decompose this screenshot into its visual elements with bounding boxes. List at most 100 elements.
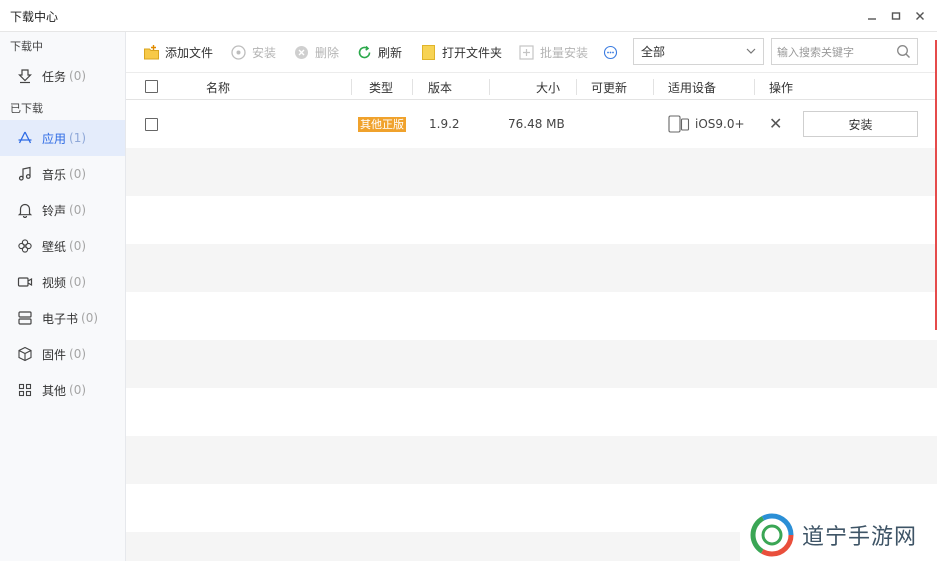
row-device: iOS9.0+: [695, 117, 745, 131]
header-action: 操作: [769, 81, 794, 95]
minimize-button[interactable]: [862, 6, 882, 26]
sidebar-item-music[interactable]: 音乐 (0): [0, 156, 125, 192]
grid-icon: [18, 383, 32, 397]
sidebar-item-ebooks[interactable]: 电子书 (0): [0, 300, 125, 336]
minimize-icon: [868, 18, 876, 20]
sidebar-item-count: (0): [69, 275, 87, 289]
batch-install-label: 批量安装: [540, 45, 589, 60]
cube-icon: [18, 346, 32, 362]
folder-icon: [422, 44, 435, 60]
watermark-logo-icon: [750, 513, 794, 556]
sidebar-item-firmware[interactable]: 固件 (0): [0, 336, 125, 372]
header-divider: [576, 79, 577, 95]
sidebar-item-label: 其他: [42, 383, 67, 398]
title-bar: 下载中心: [0, 0, 937, 32]
sidebar-item-count: (0): [69, 69, 87, 83]
add-file-icon: [144, 44, 159, 59]
toolbar: 添加文件 安装 删除 刷新 打开文件夹 批量安装 全部 输入搜索关键字: [126, 32, 937, 72]
section-downloading: 下载中: [10, 40, 43, 53]
close-button[interactable]: [910, 6, 930, 26]
bell-icon: [17, 203, 33, 218]
more-dots-icon: [603, 45, 618, 59]
sidebar-item-label: 视频: [42, 275, 67, 290]
table-row-empty: [126, 436, 937, 484]
chevron-down-icon: [746, 48, 756, 54]
row-delete-button[interactable]: ✕: [769, 114, 782, 133]
book-icon: [18, 311, 32, 325]
sidebar-item-label: 壁纸: [42, 239, 67, 254]
header-updatable[interactable]: 可更新: [591, 79, 627, 96]
video-camera-icon: [17, 277, 33, 287]
sidebar-item-count: (0): [69, 383, 87, 397]
sidebar-item-others[interactable]: 其他 (0): [0, 372, 125, 408]
sidebar-item-count: (0): [69, 347, 87, 361]
more-options-button[interactable]: [602, 42, 624, 62]
filter-select-value: 全部: [641, 45, 666, 59]
table-row-empty: [126, 196, 937, 244]
header-size[interactable]: 大小: [536, 79, 560, 96]
delete-toolbar-button[interactable]: 删除: [293, 42, 339, 62]
sidebar-item-ringtones[interactable]: 铃声 (0): [0, 192, 125, 228]
install-toolbar-button[interactable]: 安装: [230, 42, 276, 62]
sidebar-item-videos[interactable]: 视频 (0): [0, 264, 125, 300]
music-note-icon: [18, 166, 31, 181]
table-row-empty: [126, 244, 937, 292]
sidebar-item-label: 固件: [42, 347, 67, 362]
refresh-button[interactable]: 刷新: [356, 42, 402, 62]
table-row-empty: [126, 148, 937, 196]
header-divider: [754, 79, 755, 95]
header-divider: [653, 79, 654, 95]
maximize-button[interactable]: [886, 6, 906, 26]
sidebar-item-tasks[interactable]: 任务 (0): [0, 58, 125, 94]
select-all-checkbox[interactable]: [145, 80, 158, 93]
row-version: 1.9.2: [429, 117, 460, 131]
maximize-icon: [891, 12, 901, 20]
table-row-empty: [126, 292, 937, 340]
sidebar-item-label: 铃声: [42, 203, 67, 218]
add-file-button[interactable]: 添加文件: [143, 42, 213, 62]
filter-select[interactable]: 全部: [633, 38, 764, 65]
sidebar-item-count: (1): [69, 131, 87, 145]
sidebar-item-label: 音乐: [42, 167, 67, 182]
search-icon[interactable]: [896, 44, 911, 59]
sidebar-item-count: (0): [69, 239, 87, 253]
sidebar-item-label: 电子书: [42, 311, 79, 326]
sidebar-item-apps[interactable]: 应用 (1): [0, 120, 125, 156]
row-install-button[interactable]: 安装: [803, 111, 918, 137]
batch-install-icon: [519, 44, 534, 60]
install-disc-icon: [231, 44, 246, 60]
app-store-icon: [18, 131, 32, 144]
close-icon: [916, 12, 924, 20]
header-name[interactable]: 名称: [206, 79, 230, 96]
search-input[interactable]: 输入搜索关键字: [777, 44, 854, 60]
device-phone-tablet-icon: [668, 115, 690, 133]
batch-install-button[interactable]: 批量安装: [518, 42, 588, 62]
window-title: 下载中心: [10, 10, 59, 24]
download-center-window: 下载中心 下载中 任务 (0) 已下载 应用 (1) 音乐 (0) 铃声 (0)…: [0, 0, 937, 561]
watermark-text: 道宁手游网: [802, 524, 918, 550]
header-type[interactable]: 类型: [369, 79, 393, 96]
section-downloaded: 已下载: [10, 102, 43, 115]
search-box[interactable]: 输入搜索关键字: [771, 38, 918, 65]
open-folder-button[interactable]: 打开文件夹: [420, 42, 502, 62]
table-row[interactable]: 其他正版 1.9.2 76.48 MB iOS9.0+ ✕ 安装: [126, 100, 937, 148]
sidebar: 下载中 任务 (0) 已下载 应用 (1) 音乐 (0) 铃声 (0) 壁纸 (…: [0, 32, 126, 561]
table-row-empty: [126, 388, 937, 436]
header-version[interactable]: 版本: [428, 79, 452, 96]
sidebar-item-count: (0): [69, 167, 87, 181]
header-device[interactable]: 适用设备: [668, 79, 716, 96]
sidebar-item-count: (0): [69, 203, 87, 217]
sidebar-item-count: (0): [81, 311, 99, 325]
header-divider: [412, 79, 413, 95]
sidebar-item-label: 任务: [42, 69, 67, 84]
row-size: 76.48 MB: [508, 117, 565, 131]
sidebar-item-wallpapers[interactable]: 壁纸 (0): [0, 228, 125, 264]
header-divider: [489, 79, 490, 95]
delete-toolbar-label: 删除: [315, 45, 340, 60]
type-badge: 其他正版: [358, 117, 406, 132]
refresh-icon: [358, 45, 371, 58]
row-install-label: 安装: [848, 117, 873, 132]
row-checkbox[interactable]: [145, 118, 158, 131]
install-toolbar-label: 安装: [252, 45, 277, 60]
open-folder-label: 打开文件夹: [442, 45, 503, 60]
